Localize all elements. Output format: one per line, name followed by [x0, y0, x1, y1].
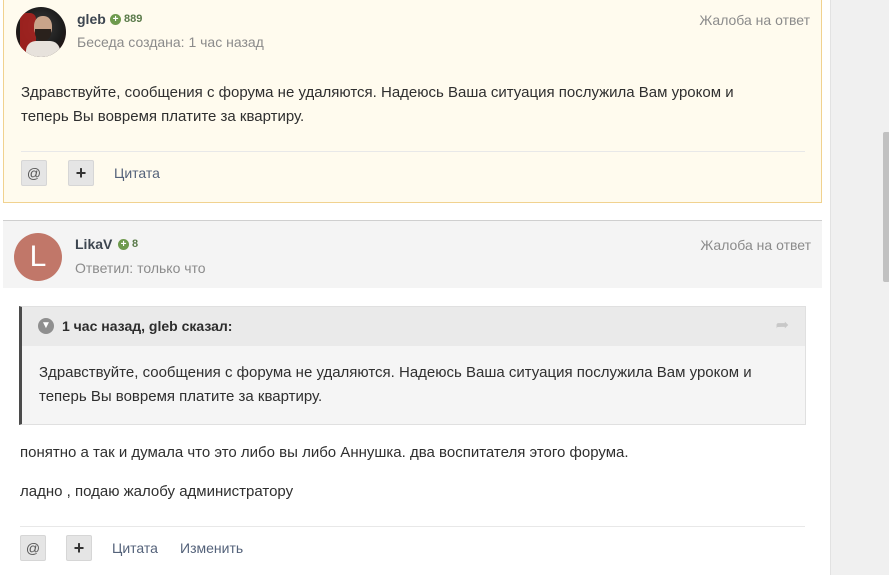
mention-button[interactable]: @	[21, 160, 47, 186]
plus-icon: +	[73, 537, 85, 558]
post-meta: Беседа создана: 1 час назад	[77, 34, 264, 50]
plus-circle-icon: +	[118, 238, 129, 250]
divider	[20, 526, 805, 527]
reputation-badge: + 8	[118, 238, 138, 250]
scrollbar-thumb[interactable]	[883, 132, 889, 282]
avatar-letter: L	[29, 240, 47, 273]
mention-button[interactable]: @	[20, 535, 46, 561]
multiquote-button[interactable]: +	[68, 160, 94, 186]
edit-link[interactable]: Изменить	[180, 540, 243, 556]
post-body: Здравствуйте, сообщения с форума не удал…	[21, 81, 734, 129]
author-name[interactable]: LikaV	[75, 236, 112, 252]
reputation-count: 889	[124, 13, 143, 25]
report-link[interactable]: Жалоба на ответ	[699, 12, 810, 28]
post-meta: Ответил: только что	[75, 260, 206, 276]
post-body-line: Здравствуйте, сообщения с форума не удал…	[21, 84, 734, 101]
avatar[interactable]: L	[14, 233, 62, 281]
quote-body: Здравствуйте, сообщения с форума не удал…	[39, 361, 752, 409]
scrollbar[interactable]	[830, 0, 889, 575]
multiquote-button[interactable]: +	[66, 535, 92, 561]
quote-block: ▼ 1 час назад, gleb сказал: ➦ Здравствуй…	[19, 306, 806, 425]
quote-line: теперь Вы вовремя платите за квартиру.	[39, 388, 323, 405]
quote-header: ▼ 1 час назад, gleb сказал: ➦	[22, 307, 805, 346]
quote-link[interactable]: Цитата	[112, 540, 158, 556]
post-header: L LikaV + 8 Ответил: только что Жалоба н…	[3, 220, 822, 288]
post-paragraph: ладно , подаю жалобу администратору	[20, 483, 294, 500]
plus-circle-icon: +	[110, 13, 121, 25]
chevron-down-icon[interactable]: ▼	[38, 318, 54, 334]
report-link[interactable]: Жалоба на ответ	[700, 237, 811, 253]
post-paragraph: понятно а так и думала что это либо вы л…	[20, 444, 629, 461]
quote-link[interactable]: Цитата	[114, 165, 160, 181]
author-name[interactable]: gleb	[77, 11, 106, 27]
divider	[21, 151, 805, 152]
at-icon: @	[26, 165, 42, 181]
post-gleb: gleb + 889 Беседа создана: 1 час назад Ж…	[3, 0, 822, 203]
share-arrow-icon[interactable]: ➦	[776, 315, 789, 335]
quote-citation: 1 час назад, gleb сказал:	[62, 318, 233, 334]
reputation-badge: + 889	[110, 13, 142, 25]
post-header: gleb + 889 Беседа создана: 1 час назад Ж…	[4, 0, 821, 64]
avatar[interactable]	[16, 7, 66, 57]
plus-icon: +	[75, 162, 87, 183]
post-body-line: теперь Вы вовремя платите за квартиру.	[21, 108, 305, 125]
reputation-count: 8	[132, 238, 139, 250]
quote-line: Здравствуйте, сообщения с форума не удал…	[39, 364, 752, 381]
at-icon: @	[25, 540, 41, 556]
